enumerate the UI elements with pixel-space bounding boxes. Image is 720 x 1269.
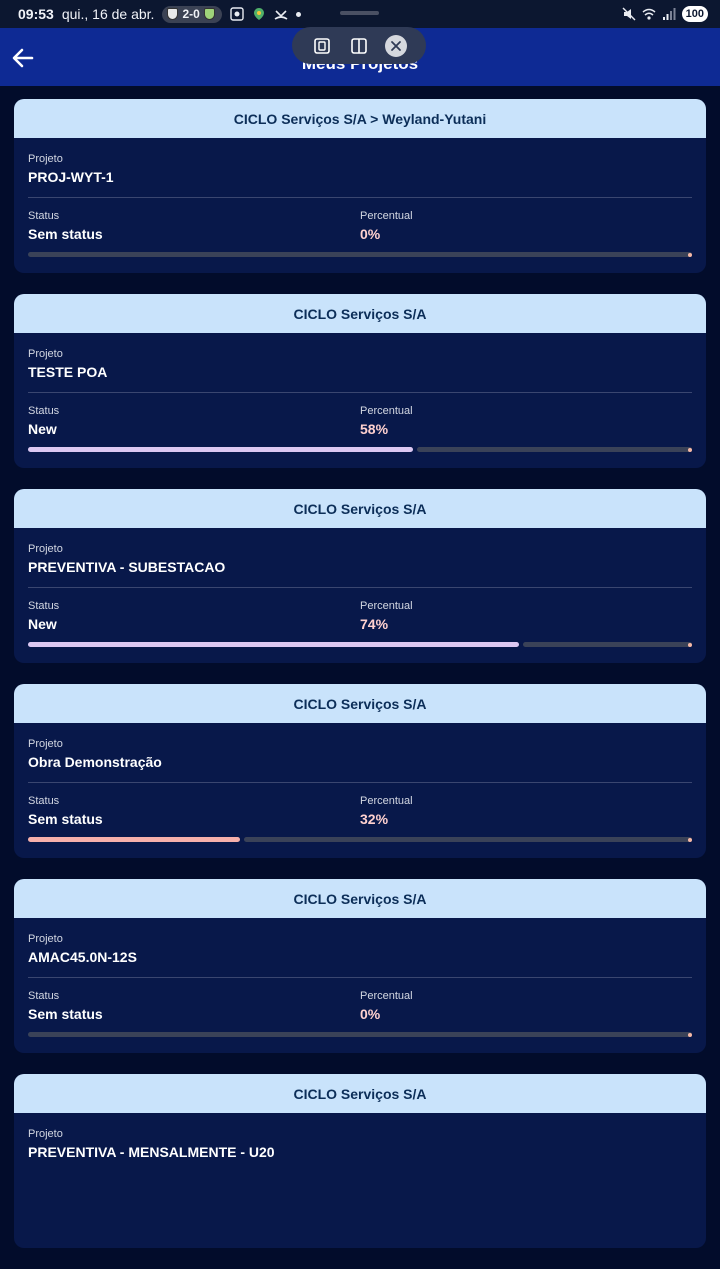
- project-card[interactable]: CICLO Serviços S/A Projeto PREVENTIVA - …: [14, 489, 706, 663]
- progress-bar: [28, 837, 692, 842]
- projects-list: CICLO Serviços S/A > Weyland-Yutani Proj…: [14, 99, 706, 1269]
- clock: 09:53: [18, 6, 54, 22]
- progress-end-dot: [688, 447, 692, 452]
- project-label: Projeto: [28, 543, 63, 555]
- status-value: New: [28, 616, 57, 632]
- project-card[interactable]: CICLO Serviços S/A Projeto PREVENTIVA - …: [14, 1074, 706, 1248]
- project-label: Projeto: [28, 348, 63, 360]
- percent-value: 0%: [360, 226, 381, 242]
- date: qui., 16 de abr.: [61, 6, 155, 22]
- signal-icon: [662, 8, 676, 20]
- split-screen-button[interactable]: [348, 35, 370, 57]
- status-label: Status: [28, 600, 60, 612]
- close-icon: [390, 40, 401, 51]
- screenshot-icon: [230, 7, 244, 21]
- score-notification: 2-0: [162, 5, 222, 23]
- system-status-bar: 09:53 qui., 16 de abr. 2-0 100: [0, 0, 720, 28]
- card-client: CICLO Serviços S/A: [14, 684, 706, 723]
- progress-track: [417, 447, 692, 452]
- divider: [28, 977, 692, 978]
- progress-fill: [28, 642, 520, 647]
- percent-value: 58%: [360, 421, 389, 437]
- percent-label: Percentual: [360, 210, 413, 222]
- popup-window-icon: [314, 37, 331, 54]
- project-card[interactable]: CICLO Serviços S/A Projeto AMAC45.0N-12S…: [14, 879, 706, 1053]
- card-client: CICLO Serviços S/A: [14, 489, 706, 528]
- progress-track: [28, 252, 692, 257]
- progress-end-dot: [688, 1032, 692, 1037]
- card-client: CICLO Serviços S/A: [14, 879, 706, 918]
- project-name: TESTE POA: [28, 364, 108, 380]
- progress-end-dot: [688, 252, 692, 257]
- progress-bar: [28, 447, 692, 452]
- percent-label: Percentual: [360, 990, 413, 1002]
- more-notifications-dot: [295, 11, 301, 17]
- divider: [28, 197, 692, 198]
- project-label: Projeto: [28, 738, 63, 750]
- progress-bar: [28, 642, 692, 647]
- percent-value: 32%: [360, 811, 389, 827]
- project-card[interactable]: CICLO Serviços S/A Projeto TESTE POA Sta…: [14, 294, 706, 468]
- divider: [28, 392, 692, 393]
- project-name: AMAC45.0N-12S: [28, 949, 137, 965]
- project-label: Projeto: [28, 933, 63, 945]
- status-value: Sem status: [28, 811, 103, 827]
- card-client: CICLO Serviços S/A > Weyland-Yutani: [14, 99, 706, 138]
- status-label: Status: [28, 405, 60, 417]
- battery-indicator: 100: [681, 6, 708, 22]
- progress-track: [28, 1032, 692, 1037]
- percent-label: Percentual: [360, 600, 413, 612]
- project-name: PREVENTIVA - SUBESTACAO: [28, 559, 226, 575]
- project-name: Obra Demonstração: [28, 754, 162, 770]
- progress-bar: [28, 252, 692, 257]
- wifi-icon: [642, 8, 656, 20]
- status-label: Status: [28, 795, 60, 807]
- project-card[interactable]: CICLO Serviços S/A Projeto Obra Demonstr…: [14, 684, 706, 858]
- close-window-button[interactable]: [384, 34, 407, 57]
- progress-track: [244, 837, 692, 842]
- window-controls: [292, 27, 426, 64]
- status-value: Sem status: [28, 226, 103, 242]
- card-client: CICLO Serviços S/A: [14, 1074, 706, 1113]
- status-value: Sem status: [28, 1006, 103, 1022]
- score-text: 2-0: [182, 7, 200, 21]
- percent-label: Percentual: [360, 795, 413, 807]
- progress-end-dot: [688, 837, 692, 842]
- project-name: PREVENTIVA - MENSALMENTE - U20: [28, 1144, 275, 1160]
- status-value: New: [28, 421, 57, 437]
- drag-handle[interactable]: [340, 11, 379, 15]
- project-card[interactable]: CICLO Serviços S/A > Weyland-Yutani Proj…: [14, 99, 706, 273]
- team-shield-icon: [167, 8, 179, 20]
- divider: [28, 782, 692, 783]
- status-label: Status: [28, 990, 60, 1002]
- card-client: CICLO Serviços S/A: [14, 294, 706, 333]
- project-label: Projeto: [28, 153, 63, 165]
- progress-fill: [28, 837, 241, 842]
- maps-icon: [253, 8, 264, 20]
- split-screen-icon: [351, 37, 367, 54]
- team-shield-icon: [203, 8, 215, 20]
- mute-icon: [622, 7, 636, 21]
- progress-fill: [28, 447, 414, 452]
- percent-value: 74%: [360, 616, 389, 632]
- divider: [28, 587, 692, 588]
- progress-end-dot: [688, 642, 692, 647]
- project-name: PROJ-WYT-1: [28, 169, 114, 185]
- progress-bar: [28, 1032, 692, 1037]
- project-label: Projeto: [28, 1128, 63, 1140]
- percent-value: 0%: [360, 1006, 381, 1022]
- missed-call-icon: [274, 10, 288, 20]
- popup-view-button[interactable]: [311, 35, 333, 57]
- percent-label: Percentual: [360, 405, 413, 417]
- status-label: Status: [28, 210, 60, 222]
- progress-track: [523, 642, 692, 647]
